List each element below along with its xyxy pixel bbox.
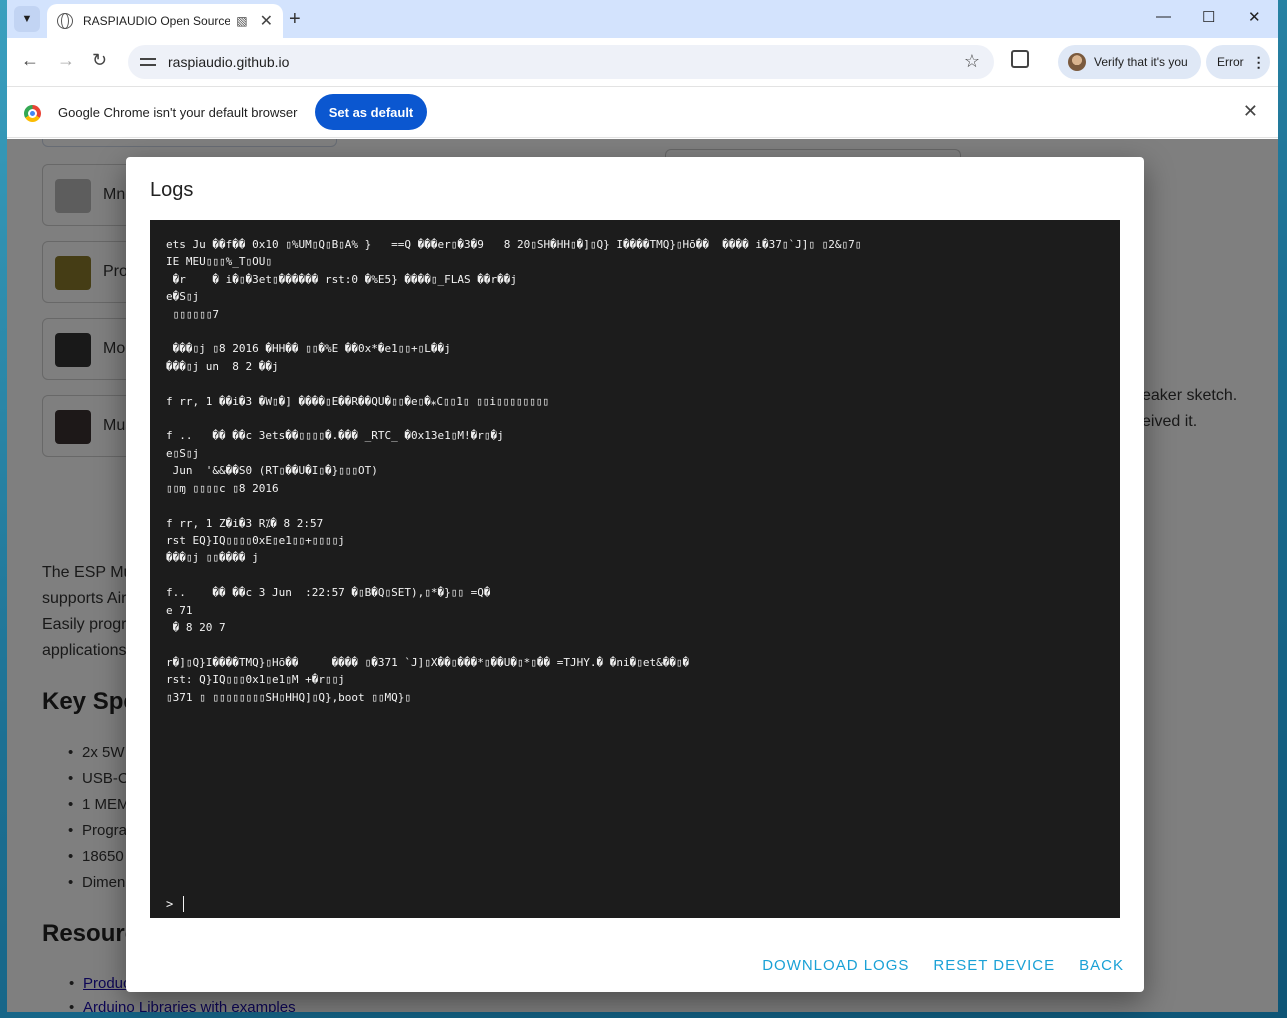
log-line: IE MEU▯▯▯%_T▯OU▯ bbox=[166, 255, 272, 269]
prompt-symbol: > bbox=[166, 897, 174, 911]
error-menu-button[interactable]: Error ⋮ bbox=[1206, 45, 1270, 79]
address-bar[interactable]: raspiaudio.github.io ☆ bbox=[128, 45, 994, 79]
log-line: r�]▯Q}I����TMQ}▯Hō�� ���� ▯�371 `J]▯X��▯… bbox=[166, 655, 690, 669]
dialog-actions: DOWNLOAD LOGS RESET DEVICE BACK bbox=[762, 957, 1124, 974]
error-label: Error bbox=[1217, 55, 1244, 69]
chevron-down-icon: ▼ bbox=[21, 13, 33, 25]
log-line: � 8 20 7 bbox=[166, 620, 226, 634]
log-line: f.. �� ��c 3 Jun :22:57 �▯B�Q▯SET),▯*�}▯… bbox=[166, 586, 491, 600]
log-line: ���▯j ▯▯���� j bbox=[166, 551, 259, 565]
log-line: ���▯j un 8 2 ��j bbox=[166, 359, 279, 373]
log-console[interactable]: ets Ju ��f�� 0x10 ▯%UM▯Q▯B▯A% } ==Q ���e… bbox=[150, 220, 1120, 918]
log-line: f .. �� ��c 3ets��▯▯▯▯�.��� _RTC_ �0x13e… bbox=[166, 429, 504, 443]
site-info-icon[interactable] bbox=[140, 55, 158, 69]
log-output: ets Ju ��f�� 0x10 ▯%UM▯Q▯B▯A% } ==Q ���e… bbox=[166, 236, 1104, 706]
avatar bbox=[1068, 53, 1086, 71]
reset-device-button[interactable]: RESET DEVICE bbox=[933, 957, 1055, 974]
chrome-logo-icon bbox=[24, 105, 41, 122]
text-caret bbox=[183, 896, 185, 912]
tab-search-button[interactable]: ▼ bbox=[14, 6, 40, 32]
maximize-icon[interactable]: ☐ bbox=[1202, 8, 1215, 26]
log-line: f rr, 1 ��i�3 �W▯�] ����▯E��R��QU�▯▯�e▯�… bbox=[166, 394, 549, 408]
console-input[interactable]: > bbox=[166, 896, 185, 912]
logs-dialog: Logs ets Ju ��f�� 0x10 ▯%UM▯Q▯B▯A% } ==Q… bbox=[126, 157, 1144, 992]
infobar-close-icon[interactable]: ✕ bbox=[1243, 101, 1258, 122]
media-icon[interactable]: ▧ bbox=[236, 14, 247, 28]
log-line: e 71 bbox=[166, 603, 193, 617]
log-line: rst EQ}IQ▯▯▯▯0xE▯e1▯▯+▯▯▯▯j bbox=[166, 533, 345, 547]
log-line: f rr, 1 Z�i�3 R⁒� 8 2:57 bbox=[166, 516, 324, 530]
reload-icon[interactable]: ↻ bbox=[92, 50, 107, 71]
infobar-message: Google Chrome isn't your default browser bbox=[58, 105, 298, 120]
back-button[interactable]: BACK bbox=[1079, 957, 1124, 974]
download-logs-button[interactable]: DOWNLOAD LOGS bbox=[762, 957, 909, 974]
tab-raspiaudio[interactable]: RASPIAUDIO Open Source / ▧ ✕ bbox=[47, 4, 283, 38]
log-line: e▯S▯j bbox=[166, 446, 200, 460]
new-tab-icon[interactable]: + bbox=[289, 8, 301, 31]
default-browser-infobar: Google Chrome isn't your default browser… bbox=[7, 86, 1278, 138]
browser-toolbar: ← → ↻ raspiaudio.github.io ☆ Verify that… bbox=[7, 38, 1278, 86]
log-line: rst: Q}IQ▯▯▯0x1▯e1▯M +�r▯▯j bbox=[166, 673, 345, 687]
tab-title: RASPIAUDIO Open Source / bbox=[83, 14, 231, 28]
verify-label: Verify that it's you bbox=[1094, 55, 1188, 69]
close-window-icon[interactable]: ✕ bbox=[1248, 8, 1261, 26]
log-line: ets Ju ��f�� 0x10 ▯%UM▯Q▯B▯A% } ==Q ���e… bbox=[166, 238, 862, 251]
tab-close-icon[interactable]: ✕ bbox=[260, 11, 273, 31]
extensions-icon[interactable] bbox=[1011, 50, 1029, 68]
log-line: Jun '&&��S0 (RT▯��U�I▯�}▯▯▯OT) bbox=[166, 464, 378, 478]
minimize-icon[interactable]: — bbox=[1156, 8, 1171, 25]
log-line: ���▯j ▯8 2016 �HH�� ▯▯�%E ��0x*�e1▯▯+▯L�… bbox=[166, 342, 451, 356]
bookmark-star-icon[interactable]: ☆ bbox=[964, 51, 980, 72]
kebab-menu-icon: ⋮ bbox=[1251, 53, 1266, 70]
globe-icon bbox=[57, 13, 73, 29]
set-as-default-button[interactable]: Set as default bbox=[315, 94, 427, 130]
back-arrow-icon[interactable]: ← bbox=[21, 50, 39, 71]
log-line: ▯▯ɱ ▯▯▯▯c ▯8 2016 bbox=[166, 481, 279, 495]
log-line: �r � i�▯�3et▯������ rst:0 �%E5} ����▯_FL… bbox=[166, 272, 517, 286]
tab-strip: ▼ RASPIAUDIO Open Source / ▧ ✕ + — ☐ ✕ bbox=[7, 0, 1278, 38]
log-line: ▯371 ▯ ▯▯▯▯▯▯▯▯SH▯HHQ]▯Q},boot ▯▯MQ}▯ bbox=[166, 690, 412, 704]
log-line: e�S▯j bbox=[166, 290, 200, 304]
url-text: raspiaudio.github.io bbox=[168, 54, 290, 70]
forward-arrow-icon[interactable]: → bbox=[57, 50, 75, 71]
verify-profile-button[interactable]: Verify that it's you bbox=[1058, 45, 1201, 79]
log-line: ▯▯▯▯▯▯7 bbox=[166, 307, 219, 321]
dialog-title: Logs bbox=[150, 179, 194, 201]
